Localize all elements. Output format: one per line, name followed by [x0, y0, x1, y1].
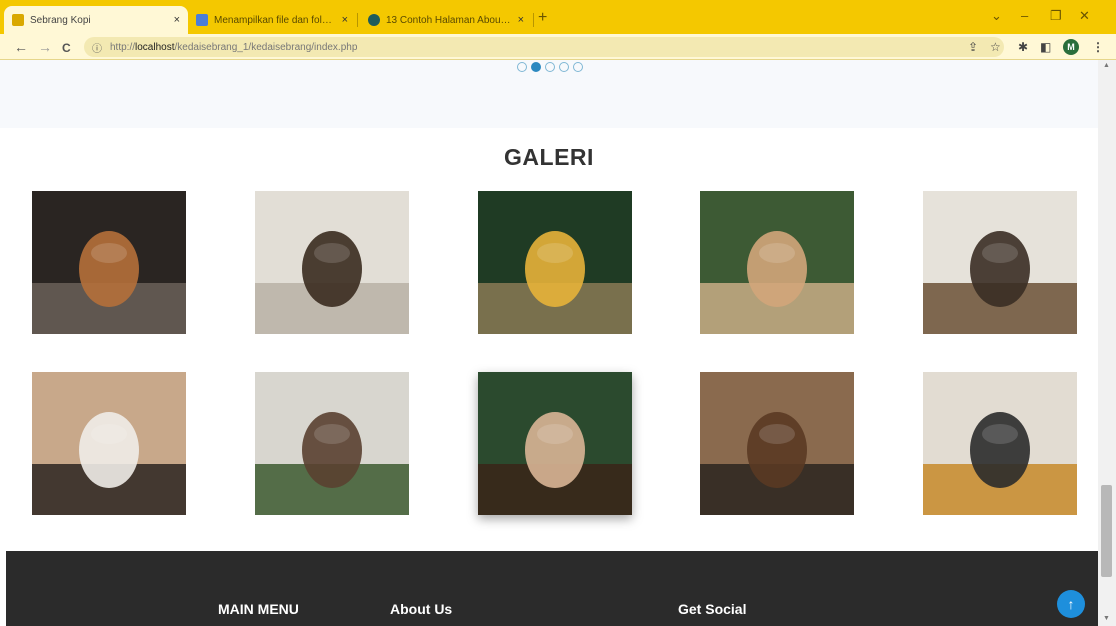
site-favicon-icon [368, 14, 380, 26]
gallery-photo-bottled-coffee-milk[interactable] [700, 191, 854, 334]
side-panel-icon[interactable]: ◧ [1040, 39, 1051, 55]
maximize-button[interactable]: ❐ [1050, 8, 1062, 24]
gallery-photo-iced-coffee-in-hand[interactable] [478, 372, 632, 515]
tab-separator [533, 13, 534, 27]
close-tab-icon[interactable]: × [512, 14, 524, 26]
site-info-icon[interactable]: ⓘ [92, 40, 102, 55]
gallery-photo-outdoor-cafe-seating[interactable] [255, 372, 409, 515]
bookmark-star-icon[interactable]: ☆ [990, 39, 1001, 55]
gallery-photo-espresso-machine[interactable] [32, 191, 186, 334]
footer: MAIN MENU About Us Get Social [6, 551, 1098, 626]
close-tab-icon[interactable]: × [168, 14, 180, 26]
scrollbar-thumb[interactable] [1101, 485, 1112, 577]
tab-separator [357, 13, 358, 27]
new-tab-button[interactable]: + [538, 8, 547, 28]
carousel-dot[interactable] [531, 62, 541, 72]
url-path: /kedaisebrang_1/kedaisebrang/index.php [174, 41, 358, 53]
reload-button[interactable]: C [62, 39, 71, 57]
carousel-dot[interactable] [559, 62, 569, 72]
tab-title: 13 Contoh Halaman About yang… [386, 14, 512, 26]
gallery-photo-pour-over-set[interactable] [923, 191, 1077, 334]
gallery-photo-vietnamese-drip-coffee[interactable] [255, 191, 409, 334]
browser-tab-bar: Sebrang Kopi × Menampilkan file dan fold… [0, 0, 1116, 34]
carousel-dot[interactable] [545, 62, 555, 72]
share-icon[interactable]: ⇪ [968, 39, 978, 55]
minimize-button[interactable]: – [1021, 8, 1028, 24]
gallery-photo-pouring-milk[interactable] [32, 372, 186, 515]
url-host: localhost [135, 41, 175, 53]
footer-about-us-heading: About Us [390, 601, 453, 617]
gallery-photo-iced-lemon-coffee[interactable] [478, 191, 632, 334]
page-viewport: GALERI MAIN MENU About Us Get Social ↑ ▲… [0, 60, 1116, 626]
close-window-button[interactable]: ✕ [1079, 8, 1090, 24]
sebrang-kopi-favicon-icon [12, 14, 24, 26]
forward-button[interactable]: → [38, 38, 52, 56]
tab-sebrang-kopi[interactable]: Sebrang Kopi × [4, 6, 188, 34]
carousel-dot[interactable] [517, 62, 527, 72]
address-bar[interactable]: ⓘ http:// localhost /kedaisebrang_1/keda… [84, 37, 1004, 57]
document-favicon-icon [196, 14, 208, 26]
url-scheme: http:// [110, 41, 136, 53]
scroll-to-top-button[interactable]: ↑ [1057, 590, 1085, 618]
browser-toolbar: ← → C ⓘ http:// localhost /kedaisebrang_… [0, 34, 1116, 60]
tab-title: Sebrang Kopi [30, 14, 91, 26]
footer-main-menu-heading: MAIN MENU [218, 601, 299, 617]
tab-title: Menampilkan file dan folder ter… [214, 14, 336, 26]
browser-menu-icon[interactable]: ⋮ [1092, 39, 1104, 55]
gallery-photo-coffee-beans-scoop[interactable] [700, 372, 854, 515]
tab-contoh-halaman-about[interactable]: 13 Contoh Halaman About yang… × [360, 6, 532, 34]
carousel-dot[interactable] [573, 62, 583, 72]
scroll-down-arrow-icon[interactable]: ▼ [1103, 615, 1110, 622]
gallery-title: GALERI [504, 144, 594, 170]
footer-get-social-heading: Get Social [678, 601, 747, 617]
tab-menampilkan-file[interactable]: Menampilkan file dan folder ter… × [188, 6, 356, 34]
page-scrollbar[interactable]: ▲ ▼ [1098, 60, 1116, 626]
close-tab-icon[interactable]: × [336, 14, 348, 26]
carousel-section [0, 60, 1098, 128]
gallery-photo-coffee-grinders[interactable] [923, 372, 1077, 515]
back-button[interactable]: ← [14, 38, 28, 56]
carousel-indicators [517, 62, 583, 72]
extensions-puzzle-icon[interactable]: ✱ [1018, 39, 1028, 55]
profile-avatar[interactable]: M [1063, 39, 1079, 55]
scroll-up-arrow-icon[interactable]: ▲ [1103, 62, 1110, 69]
tab-search-chevron-down-icon[interactable]: ⌄ [991, 8, 1002, 24]
